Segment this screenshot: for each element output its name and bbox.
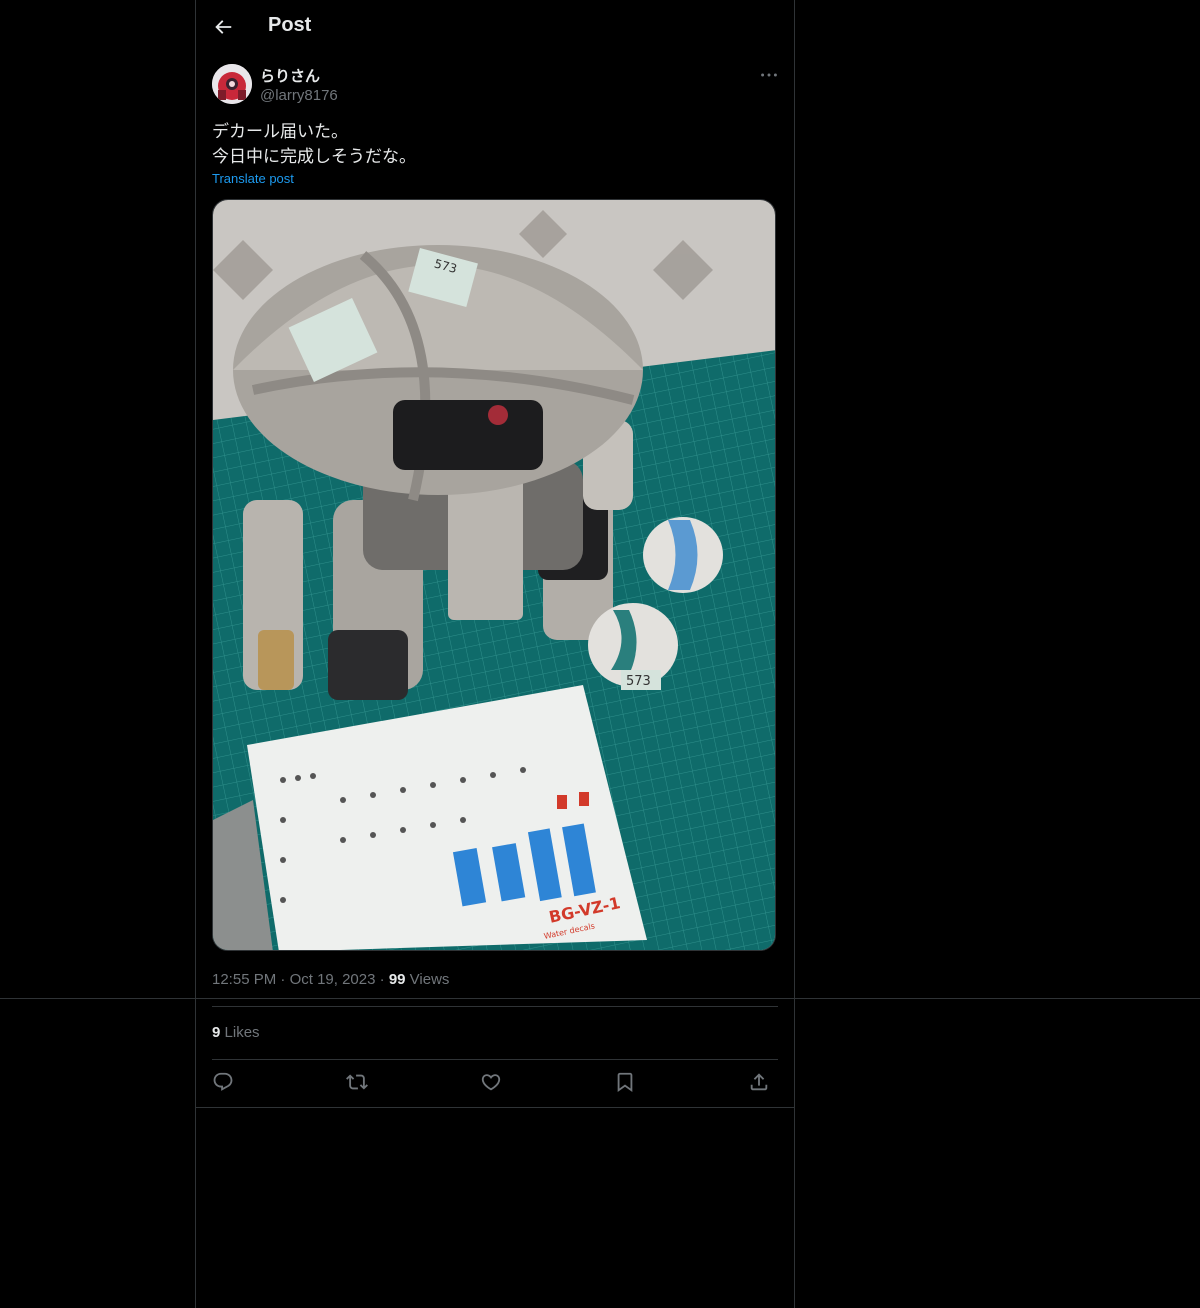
tweet-line: デカール届いた。 bbox=[212, 122, 348, 141]
tweet-text: デカール届いた。 今日中に完成しそうだな。 bbox=[212, 119, 416, 169]
meta-separator: · bbox=[280, 971, 286, 988]
divider bbox=[212, 1059, 778, 1060]
meta-separator: · bbox=[379, 971, 385, 988]
author-name[interactable]: らりさん bbox=[260, 65, 320, 86]
tweet-line: 今日中に完成しそうだな。 bbox=[212, 147, 416, 166]
more-horizontal-icon[interactable] bbox=[758, 64, 780, 86]
translate-post-link[interactable]: Translate post bbox=[212, 171, 294, 186]
likes-link[interactable]: 9 Likes bbox=[212, 1024, 260, 1041]
post-time[interactable]: 12:55 PM bbox=[212, 971, 276, 988]
page-title: Post bbox=[268, 14, 312, 36]
repost-icon[interactable] bbox=[346, 1071, 368, 1093]
action-bar bbox=[212, 1071, 778, 1095]
divider bbox=[212, 1006, 778, 1007]
likes-label: Likes bbox=[224, 1024, 260, 1041]
header: Post bbox=[196, 0, 794, 53]
share-icon[interactable] bbox=[748, 1071, 770, 1093]
tweet-photo[interactable]: 573 573 BG-VZ-1 Water decals bbox=[212, 199, 776, 951]
divider bbox=[196, 1107, 794, 1108]
bookmark-icon[interactable] bbox=[614, 1071, 636, 1093]
views-label: Views bbox=[409, 971, 450, 988]
arrow-left-icon[interactable] bbox=[212, 16, 234, 38]
likes-count: 9 bbox=[212, 1024, 221, 1041]
reply-icon[interactable] bbox=[212, 1071, 234, 1093]
post-meta: 12:55 PM · Oct 19, 2023 · 99 Views bbox=[212, 971, 449, 988]
author-handle[interactable]: @larry8176 bbox=[260, 87, 338, 104]
post-date[interactable]: Oct 19, 2023 bbox=[290, 971, 376, 988]
avatar[interactable] bbox=[212, 64, 252, 104]
views-count: 99 bbox=[388, 971, 406, 988]
shield-573-text: 573 bbox=[626, 674, 651, 689]
photo-illustration: 573 573 BG-VZ-1 Water decals bbox=[213, 200, 775, 950]
heart-icon[interactable] bbox=[480, 1071, 502, 1093]
main-column: Post らりさん @larry8176 デカール届いた。 今日中に完成しそうだ… bbox=[195, 0, 795, 1308]
